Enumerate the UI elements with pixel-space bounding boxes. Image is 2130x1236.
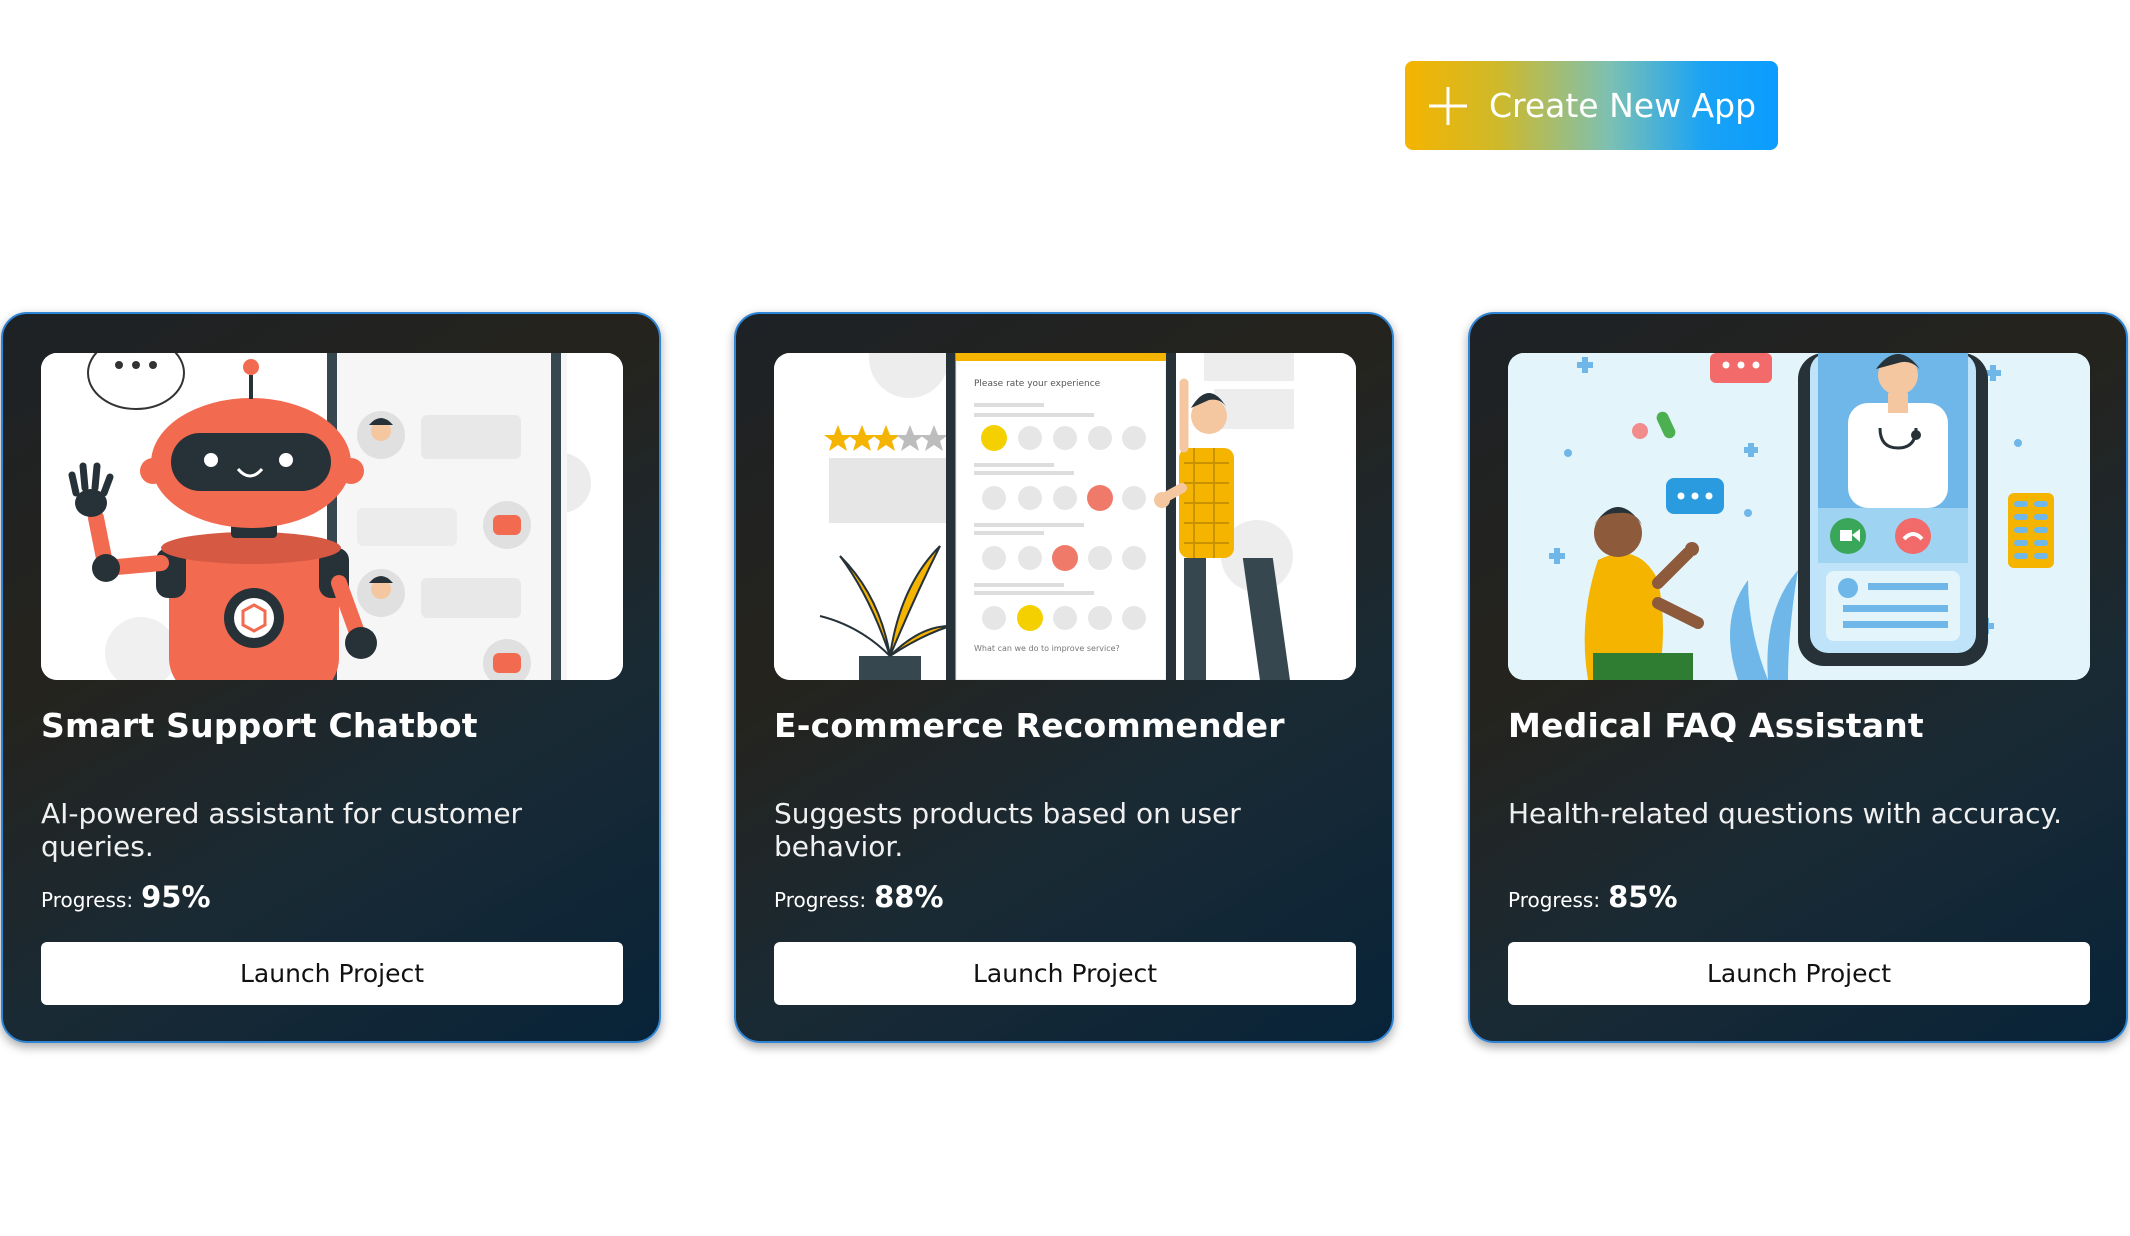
- telemedicine-illustration: [1508, 353, 2090, 680]
- progress-value: 85%: [1608, 880, 1678, 914]
- progress-info: Progress: 88%: [774, 880, 944, 914]
- project-card: Medical FAQ Assistant Health-related que…: [1468, 312, 2128, 1043]
- project-description: AI-powered assistant for customer querie…: [41, 797, 523, 863]
- launch-project-button[interactable]: Launch Project: [774, 942, 1356, 1005]
- progress-label: Progress:: [41, 888, 134, 912]
- robot-chat-illustration: [41, 353, 623, 680]
- launch-project-button[interactable]: Launch Project: [1508, 942, 2090, 1005]
- project-title: Medical FAQ Assistant: [1508, 706, 1924, 745]
- project-description: Suggests products based on user behavior…: [774, 797, 1241, 863]
- survey-question: What can we do to improve service?: [974, 644, 1120, 653]
- project-card: Please rate your experience What can we …: [734, 312, 1394, 1043]
- progress-value: 95%: [141, 880, 211, 914]
- create-new-app-label: Create New App: [1488, 86, 1757, 125]
- plus-icon: [1428, 86, 1467, 125]
- project-description: Health-related questions with accuracy.: [1508, 797, 2062, 830]
- survey-prompt: Please rate your experience: [974, 379, 1101, 389]
- progress-info: Progress: 95%: [41, 880, 211, 914]
- project-title: E-commerce Recommender: [774, 706, 1285, 745]
- progress-value: 88%: [874, 880, 944, 914]
- progress-info: Progress: 85%: [1508, 880, 1678, 914]
- project-title: Smart Support Chatbot: [41, 706, 478, 745]
- progress-label: Progress:: [1508, 888, 1601, 912]
- rating-survey-illustration: Please rate your experience What can we …: [774, 353, 1356, 680]
- launch-project-button[interactable]: Launch Project: [41, 942, 623, 1005]
- create-new-app-button[interactable]: Create New App: [1405, 61, 1778, 150]
- project-card: Smart Support Chatbot AI-powered assista…: [1, 312, 661, 1043]
- progress-label: Progress:: [774, 888, 867, 912]
